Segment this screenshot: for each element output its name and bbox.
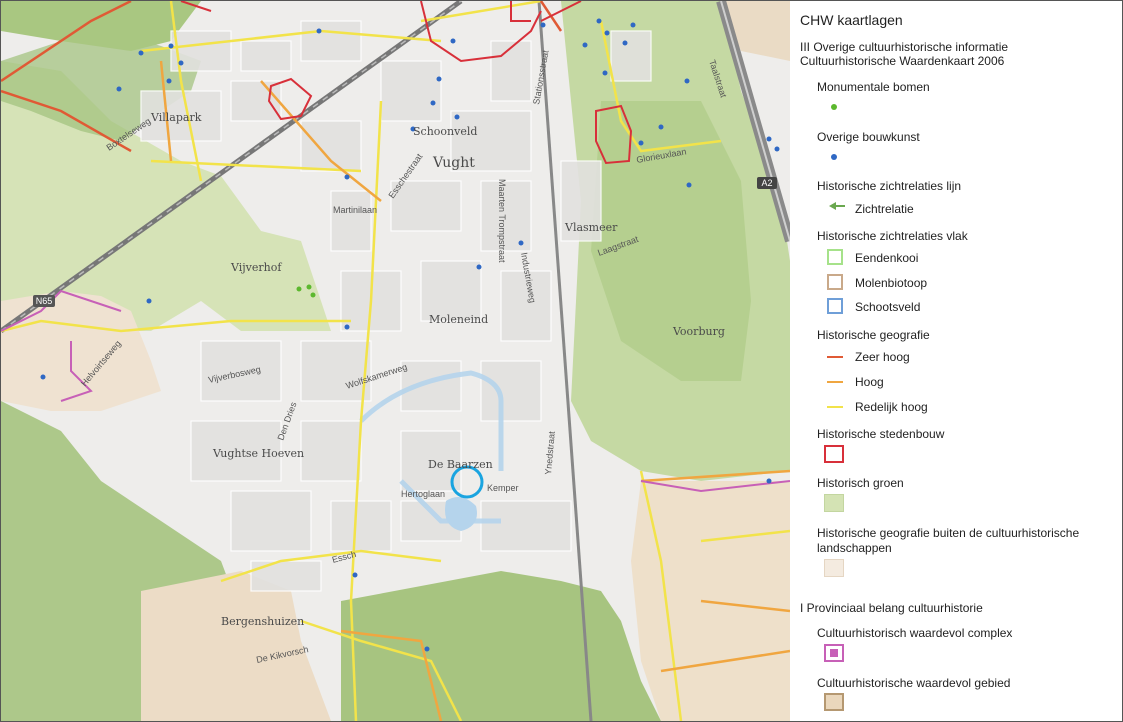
street-label-hertoglaan: Hertoglaan <box>401 489 445 499</box>
map-view[interactable]: Villapark Schoonveld Vught Vlasmeer Vijv… <box>1 1 790 721</box>
molenbiotoop-swatch <box>827 274 843 290</box>
place-label-vijverhof: Vijverhof <box>230 261 282 274</box>
legend-panel: CHW kaartlagen III Overige cultuurhistor… <box>791 1 1122 721</box>
zichtrelatie-arrow-icon <box>829 202 845 210</box>
legend-zichtrelaties-lijn: Historische zichtrelaties lijn <box>817 179 962 193</box>
legend-zichtrelaties-vlak: Historische zichtrelaties vlak <box>817 229 968 243</box>
legend-hoog: Hoog <box>855 375 884 389</box>
legend-buiten-line2: landschappen <box>817 541 892 555</box>
place-label-vlasmeer: Vlasmeer <box>564 221 618 234</box>
map-canvas[interactable]: Villapark Schoonveld Vught Vlasmeer Vijv… <box>1 1 790 721</box>
legend-historische-geografie: Historische geografie <box>817 328 930 342</box>
hoog-swatch <box>827 381 843 383</box>
legend-historisch-groen: Historisch groen <box>817 476 904 490</box>
place-label-vughtse-hoeven: Vughtse Hoeven <box>212 447 304 460</box>
street-label-kemper: Kemper <box>487 483 519 493</box>
place-label-bergenshuizen: Bergenshuizen <box>221 615 304 628</box>
place-label-moleneind: Moleneind <box>429 313 488 326</box>
svg-text:A2: A2 <box>761 178 772 188</box>
groen-swatch <box>824 494 844 512</box>
legend-zeer-hoog: Zeer hoog <box>855 350 910 364</box>
zeer-hoog-swatch <box>827 356 843 358</box>
redelijk-hoog-swatch <box>827 406 843 408</box>
legend-zichtrelatie: Zichtrelatie <box>855 202 914 216</box>
buiten-swatch <box>824 559 844 577</box>
legend-section-1: I Provinciaal belang cultuurhistorie <box>800 601 983 615</box>
place-label-de-baarzen: De Baarzen <box>428 458 493 471</box>
legend-redelijk-hoog: Redelijk hoog <box>855 400 928 414</box>
gebied-swatch <box>824 693 844 711</box>
n65-shield: N65 <box>33 295 55 307</box>
place-label-voorburg: Voorburg <box>672 325 725 338</box>
legend-overige-bouwkunst: Overige bouwkunst <box>817 130 920 144</box>
legend-section-3-line1: III Overige cultuurhistorische informati… <box>800 40 1009 54</box>
legend-title: CHW kaartlagen <box>800 12 903 28</box>
legend-molenbiotoop: Molenbiotoop <box>855 276 928 290</box>
overige-bouwkunst-swatch <box>831 154 837 160</box>
street-label-martinilaan: Martinilaan <box>333 205 377 215</box>
legend-historische-stedenbouw: Historische stedenbouw <box>817 427 945 441</box>
place-label-vught: Vught <box>432 155 475 171</box>
complex-inner-icon <box>830 649 838 657</box>
screenshot-frame: Villapark Schoonveld Vught Vlasmeer Vijv… <box>0 0 1123 722</box>
legend-gebied: Cultuurhistorische waardevol gebied <box>817 676 1011 690</box>
schootsveld-swatch <box>827 298 843 314</box>
eendenkooi-swatch <box>827 249 843 265</box>
complex-swatch <box>824 644 844 662</box>
stedenbouw-swatch <box>824 445 844 463</box>
legend-schootsveld: Schootsveld <box>855 300 921 314</box>
place-label-schoonveld: Schoonveld <box>413 125 477 138</box>
legend-complex: Cultuurhistorisch waardevol complex <box>817 626 1013 640</box>
legend-section-3-line2: Cultuurhistorische Waardenkaart 2006 <box>800 54 1005 68</box>
legend-buiten-line1: Historische geografie buiten de cultuurh… <box>817 526 1080 540</box>
monumentale-bomen-swatch <box>831 104 837 110</box>
street-label-maarten-tromp: Maarten Trompstraat <box>497 179 507 263</box>
svg-text:N65: N65 <box>36 296 53 306</box>
legend-monumentale-bomen: Monumentale bomen <box>817 80 930 94</box>
place-label-villapark: Villapark <box>150 111 202 124</box>
legend-eendenkooi: Eendenkooi <box>855 251 919 265</box>
a2-shield: A2 <box>757 177 777 189</box>
